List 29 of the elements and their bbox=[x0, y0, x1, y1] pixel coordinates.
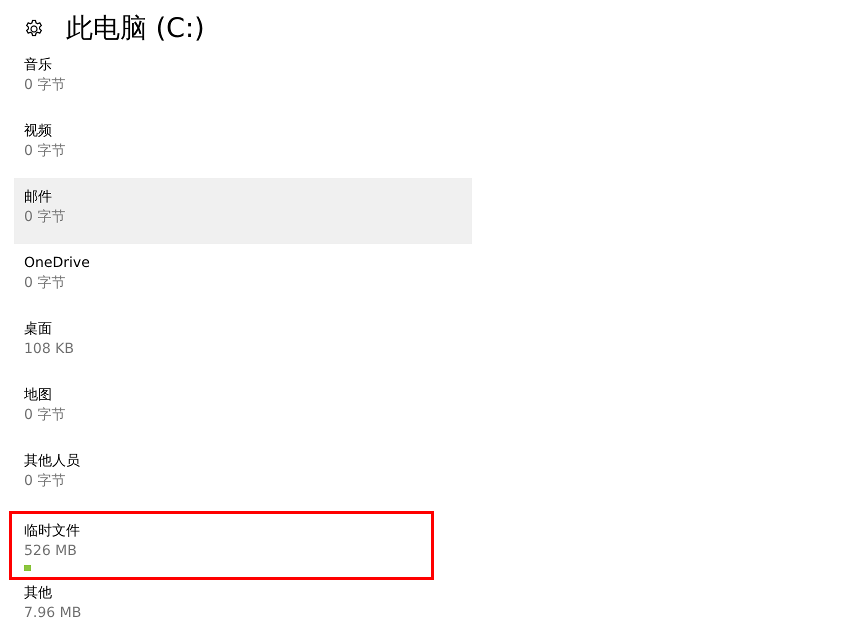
item-name: 临时文件 bbox=[24, 522, 80, 541]
item-size: 0 字节 bbox=[24, 208, 66, 227]
item-name: 视频 bbox=[24, 122, 52, 141]
storage-item[interactable]: 地图 0 字节 bbox=[14, 376, 472, 442]
item-size: 0 字节 bbox=[24, 406, 66, 425]
storage-item[interactable]: 其他 7.96 MB bbox=[14, 574, 472, 625]
storage-item[interactable]: OneDrive 0 字节 bbox=[14, 244, 472, 310]
item-size: 0 字节 bbox=[24, 274, 66, 293]
item-name: 桌面 bbox=[24, 320, 52, 339]
item-name: 地图 bbox=[24, 386, 52, 405]
storage-item[interactable]: 桌面 108 KB bbox=[14, 310, 472, 376]
storage-item[interactable]: 临时文件 526 MB bbox=[12, 514, 431, 577]
storage-item[interactable]: 其他人员 0 字节 bbox=[14, 442, 472, 508]
item-name: 其他 bbox=[24, 584, 52, 603]
storage-item[interactable]: 邮件 0 字节 bbox=[14, 178, 472, 244]
settings-icon bbox=[24, 19, 44, 39]
item-size: 0 字节 bbox=[24, 472, 66, 491]
item-size: 7.96 MB bbox=[24, 604, 82, 623]
item-size: 108 KB bbox=[24, 340, 74, 359]
item-name: OneDrive bbox=[24, 254, 90, 273]
item-name: 音乐 bbox=[24, 56, 52, 75]
item-size: 0 字节 bbox=[24, 76, 66, 95]
item-size: 526 MB bbox=[24, 542, 77, 561]
storage-item[interactable]: 视频 0 字节 bbox=[14, 112, 472, 178]
item-name: 其他人员 bbox=[24, 452, 80, 471]
page-title: 此电脑 (C:) bbox=[66, 12, 205, 46]
storage-item[interactable]: 音乐 0 字节 bbox=[14, 46, 472, 112]
item-size: 0 字节 bbox=[24, 142, 66, 161]
item-name: 邮件 bbox=[24, 188, 52, 207]
